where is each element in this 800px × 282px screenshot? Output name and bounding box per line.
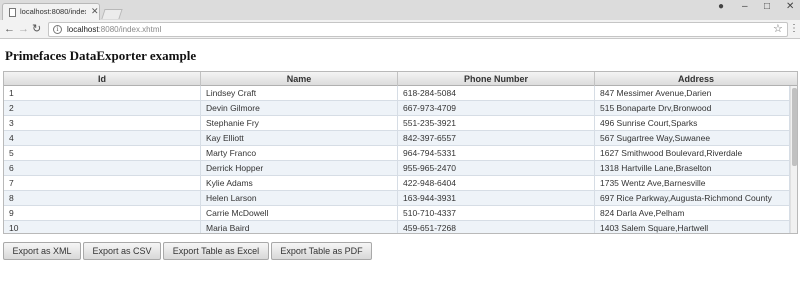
export-excel-button[interactable]: Export Table as Excel xyxy=(163,242,269,260)
table-row[interactable]: 2 Devin Gilmore 667-973-4709 515 Bonaparte … xyxy=(4,101,790,116)
page-icon xyxy=(9,8,16,17)
cell-phone: 842-397-6557 xyxy=(398,131,595,146)
cell-name: Kylie Adams xyxy=(201,176,398,191)
browser-toolbar: ← → ↻ i localhost:8080/index.xhtml ☆ ⋮ xyxy=(0,20,800,39)
forward-arrow-icon[interactable]: → xyxy=(18,23,29,35)
new-tab-button[interactable] xyxy=(101,9,123,19)
cell-name: Kay Elliott xyxy=(201,131,398,146)
column-header-id[interactable]: Id xyxy=(4,72,201,86)
cell-id: 5 xyxy=(4,146,201,161)
table-row[interactable]: 3 Stephanie Fry 551-235-3921 496 Sunrise Co… xyxy=(4,116,790,131)
table-row[interactable]: 4 Kay Elliott 842-397-6557 567 Sugartree Wa… xyxy=(4,131,790,146)
cell-address: 496 Sunrise Court,Sparks xyxy=(595,116,790,131)
reload-icon[interactable]: ↻ xyxy=(32,23,41,35)
cell-phone: 964-794-5331 xyxy=(398,146,595,161)
cell-address: 1627 Smithwood Boulevard,Riverdale xyxy=(595,146,790,161)
table-row[interactable]: 6 Derrick Hopper 955-965-2470 1318 Hartvill… xyxy=(4,161,790,176)
export-xml-button[interactable]: Export as XML xyxy=(3,242,81,260)
site-info-icon[interactable]: i xyxy=(53,25,62,34)
cell-id: 4 xyxy=(4,131,201,146)
table-scrollbar[interactable] xyxy=(790,86,797,233)
cell-address: 1403 Salem Square,Hartwell xyxy=(595,221,790,233)
data-table: Id Name Phone Number Address 1 Lindsey Cr… xyxy=(3,71,798,234)
cell-name: Stephanie Fry xyxy=(201,116,398,131)
cell-phone: 510-710-4337 xyxy=(398,206,595,221)
cell-id: 1 xyxy=(4,86,201,101)
cell-address: 1735 Wentz Ave,Barnesville xyxy=(595,176,790,191)
address-bar[interactable]: i localhost:8080/index.xhtml ☆ xyxy=(48,22,788,37)
export-pdf-button[interactable]: Export Table as PDF xyxy=(271,242,372,260)
table-row[interactable]: 9 Carrie McDowell 510-710-4337 824 Darla Av… xyxy=(4,206,790,221)
cell-phone: 422-948-6404 xyxy=(398,176,595,191)
close-window-icon[interactable]: ✕ xyxy=(786,1,794,13)
url-text[interactable]: localhost:8080/index.xhtml xyxy=(67,25,161,34)
page-title: Primefaces DataExporter example xyxy=(5,48,197,63)
scrollbar-thumb[interactable] xyxy=(792,88,797,166)
profile-icon[interactable]: ● xyxy=(718,1,724,13)
cell-phone: 551-235-3921 xyxy=(398,116,595,131)
cell-phone: 618-284-5084 xyxy=(398,86,595,101)
cell-id: 2 xyxy=(4,101,201,116)
cell-address: 824 Darla Ave,Pelham xyxy=(595,206,790,221)
table-row[interactable]: 7 Kylie Adams 422-948-6404 1735 Wentz Ave,B… xyxy=(4,176,790,191)
table-body: 1 Lindsey Craft 618-284-5084 847 Messimer A… xyxy=(4,86,790,233)
star-icon[interactable]: ☆ xyxy=(773,23,783,36)
cell-id: 9 xyxy=(4,206,201,221)
cell-address: 515 Bonaparte Drv,Bronwood xyxy=(595,101,790,116)
back-arrow-icon[interactable]: ← xyxy=(4,23,15,35)
maximize-icon[interactable]: □ xyxy=(764,1,770,13)
cell-name: Helen Larson xyxy=(201,191,398,206)
tab-close-icon[interactable]: ✕ xyxy=(91,6,99,16)
cell-id: 7 xyxy=(4,176,201,191)
table-header: Id Name Phone Number Address xyxy=(4,72,797,86)
column-header-phone[interactable]: Phone Number xyxy=(398,72,595,86)
cell-name: Carrie McDowell xyxy=(201,206,398,221)
table-row[interactable]: 1 Lindsey Craft 618-284-5084 847 Messimer A… xyxy=(4,86,790,101)
cell-name: Devin Gilmore xyxy=(201,101,398,116)
table-row[interactable]: 10 Maria Baird 459-651-7268 1403 Salem Squa… xyxy=(4,221,790,233)
cell-address: 847 Messimer Avenue,Darien xyxy=(595,86,790,101)
cell-phone: 163-944-3931 xyxy=(398,191,595,206)
browser-tab-strip: localhost:8080/index.xh ✕ ● – □ ✕ xyxy=(0,0,800,20)
cell-phone: 459-651-7268 xyxy=(398,221,595,233)
cell-id: 10 xyxy=(4,221,201,233)
cell-id: 8 xyxy=(4,191,201,206)
minimize-icon[interactable]: – xyxy=(742,1,748,13)
table-row[interactable]: 5 Marty Franco 964-794-5331 1627 Smithwood … xyxy=(4,146,790,161)
cell-address: 697 Rice Parkway,Augusta-Richmond County xyxy=(595,191,790,206)
cell-phone: 955-965-2470 xyxy=(398,161,595,176)
tab-title: localhost:8080/index.xh xyxy=(20,7,86,16)
kebab-menu-icon[interactable]: ⋮ xyxy=(789,23,799,35)
cell-name: Marty Franco xyxy=(201,146,398,161)
column-header-address[interactable]: Address xyxy=(595,72,797,86)
cell-address: 567 Sugartree Way,Suwanee xyxy=(595,131,790,146)
cell-id: 6 xyxy=(4,161,201,176)
cell-address: 1318 Hartville Lane,Braselton xyxy=(595,161,790,176)
url-path: :8080/index.xhtml xyxy=(98,25,162,34)
cell-name: Lindsey Craft xyxy=(201,86,398,101)
export-csv-button[interactable]: Export as CSV xyxy=(83,242,161,260)
cell-name: Maria Baird xyxy=(201,221,398,233)
cell-id: 3 xyxy=(4,116,201,131)
table-row[interactable]: 8 Helen Larson 163-944-3931 697 Rice Parkwa… xyxy=(4,191,790,206)
cell-name: Derrick Hopper xyxy=(201,161,398,176)
url-host: localhost xyxy=(67,25,99,34)
cell-phone: 667-973-4709 xyxy=(398,101,595,116)
browser-tab[interactable]: localhost:8080/index.xh ✕ xyxy=(2,3,100,20)
column-header-name[interactable]: Name xyxy=(201,72,398,86)
